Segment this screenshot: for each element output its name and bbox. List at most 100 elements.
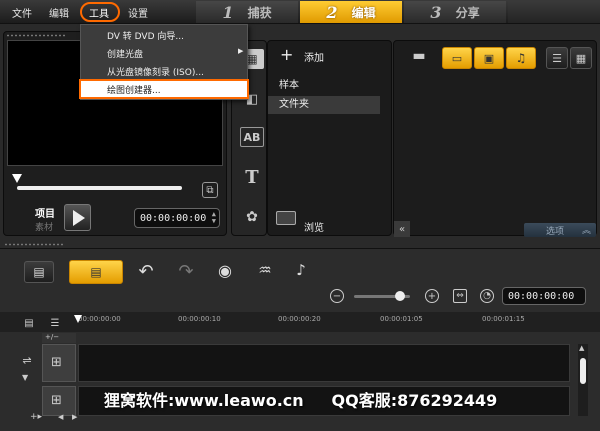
zoom-slider-handle[interactable] (394, 291, 405, 301)
ruler-tick-label: 00:00:00:20 (278, 315, 321, 323)
library-content-panel: ▬ ▭ ▣ ♫ ☰ ▦ « 选项 ︽ (393, 40, 597, 237)
menu-item-painting-creator[interactable]: 绘图创建器... (107, 83, 161, 96)
play-icon (73, 209, 85, 226)
redo-icon[interactable]: ↷ (176, 261, 196, 282)
record-capture-icon[interactable]: ◉ (214, 261, 236, 280)
step-label: 编辑 (351, 5, 376, 20)
track-manager-icon[interactable]: ▤ (20, 317, 38, 329)
video-filter-icon: ▭ (451, 51, 463, 65)
video-track-icon: ⊞ (51, 355, 62, 370)
enlarge-preview-icon[interactable]: ⧉ (202, 182, 218, 198)
scrub-bar[interactable] (17, 186, 182, 190)
fit-project-icon[interactable]: ⇔ (453, 289, 467, 303)
step-label: 分享 (455, 5, 480, 20)
track-toggle-icon[interactable]: +/− (42, 333, 76, 343)
library-folder-panel: + 添加 浏览 (267, 40, 392, 236)
list-view-icon: ☰ (552, 51, 562, 65)
menu-item-create-disc[interactable]: 创建光盘 (107, 47, 143, 60)
chapter-marker-icon[interactable]: ☰ (46, 317, 64, 329)
timecode-value: 00:00:00:00 (140, 212, 207, 224)
step-number: 2 (326, 2, 338, 22)
menu-item-burn-iso[interactable]: 从光盘镜像刻录 (ISO)... (107, 65, 204, 78)
options-chevron-icon: ︽ (581, 226, 591, 236)
add-track-icon[interactable]: +▸ (30, 412, 42, 422)
options-label: 选项 (546, 227, 565, 237)
options-button[interactable]: 选项 ︽ (524, 223, 596, 237)
add-folder-label[interactable]: 添加 (304, 49, 324, 64)
overlay-track-header[interactable]: ⊞ (42, 386, 76, 416)
thumbnail-view-button[interactable]: ▦ (570, 47, 592, 69)
folder-item-folder[interactable]: 文件夹 (268, 96, 380, 114)
show-audio-button[interactable]: ♫ (506, 47, 536, 69)
open-folder-icon[interactable]: ▬ (408, 47, 430, 65)
add-icon[interactable]: + (280, 45, 293, 64)
overlay-track-icon: ⊞ (51, 393, 62, 408)
scroll-right-icon[interactable]: ▶ (72, 413, 77, 421)
title-category-icon[interactable]: T (240, 167, 264, 188)
ripple-edit-icon[interactable]: ⇌ (16, 353, 38, 367)
menu-edit[interactable]: 编辑 (49, 5, 69, 20)
submenu-arrow-icon: ▶ (238, 47, 244, 55)
scrub-handle-icon[interactable] (12, 174, 22, 183)
step-number: 1 (222, 2, 234, 22)
video-track-header[interactable]: ⊞ (42, 344, 76, 382)
folder-item-samples[interactable]: 样本 (268, 77, 380, 95)
duration-clock-icon[interactable]: ◔ (480, 289, 494, 303)
filter-category-icon[interactable]: ✿ (240, 207, 264, 227)
photo-filter-icon: ▣ (483, 51, 495, 65)
player-timecode[interactable]: 00:00:00:00 ▲ ▼ (134, 208, 220, 228)
mode-clip-label[interactable]: 素材 (35, 220, 53, 233)
mode-project-label[interactable]: 项目 (35, 205, 55, 220)
undo-icon[interactable]: ↶ (136, 261, 156, 282)
step-tab-filler (508, 1, 600, 23)
scroll-left-icon[interactable]: ◀ (58, 413, 63, 421)
browse-icon[interactable] (276, 211, 296, 225)
vertical-scrollbar[interactable]: ▲ (578, 344, 588, 416)
timecode-value: 00:00:00:00 (508, 290, 575, 302)
browse-label[interactable]: 浏览 (304, 219, 324, 234)
panel-grip (6, 34, 66, 37)
zoom-in-icon[interactable]: + (425, 289, 439, 303)
scroll-up-icon[interactable]: ▲ (579, 344, 584, 352)
auto-music-icon[interactable]: ♪ (290, 261, 312, 279)
menu-settings[interactable]: 设置 (128, 5, 148, 20)
ruler-tick-label: 00:00:01:15 (482, 315, 525, 323)
thumbnail-view-icon: ▦ (575, 51, 587, 65)
step-label: 捕获 (247, 5, 272, 20)
step-tabs: 1 捕获 2 编辑 3 分享 (196, 1, 600, 23)
tools-dropdown-menu: DV 转 DVD 向导... 创建光盘 ▶ 从光盘镜像刻录 (ISO)... 绘… (79, 24, 249, 100)
ripple-dropdown-icon[interactable]: ▼ (22, 373, 28, 382)
step-number: 3 (430, 2, 442, 22)
timecode-stepper-icon[interactable]: ▲ ▼ (212, 211, 216, 225)
show-video-button[interactable]: ▭ (442, 47, 472, 69)
timeline-timecode[interactable]: 00:00:00:00 (502, 287, 586, 305)
step-capture-tab[interactable]: 1 捕获 (196, 1, 298, 23)
playhead-icon[interactable] (74, 315, 82, 323)
list-view-button[interactable]: ☰ (546, 47, 568, 69)
show-photo-button[interactable]: ▣ (474, 47, 504, 69)
video-track-lane[interactable] (78, 344, 570, 382)
menu-file[interactable]: 文件 (12, 5, 32, 20)
timeline-view-icon: ▤ (90, 265, 102, 279)
step-share-tab[interactable]: 3 分享 (404, 1, 506, 23)
scrollbar-thumb[interactable] (580, 358, 586, 384)
storyboard-view-button[interactable]: ▤ (24, 261, 54, 283)
menu-item-dv-to-dvd[interactable]: DV 转 DVD 向导... (107, 29, 184, 42)
storyboard-icon: ▤ (33, 265, 45, 279)
painting-creator-highlight[interactable] (79, 79, 249, 99)
play-button[interactable] (64, 204, 91, 231)
graphics-category-icon[interactable]: AB (240, 127, 264, 147)
ruler-tick-label: 00:00:01:05 (380, 315, 423, 323)
watermark-text: 狸窝软件:www.leawo.cn QQ客服:876292449 (104, 391, 498, 410)
ruler-tick-label: 00:00:00:00 (78, 315, 121, 323)
timeline-view-button[interactable]: ▤ (69, 260, 123, 284)
collapse-left-icon[interactable]: « (394, 221, 410, 237)
music-filter-icon: ♫ (515, 51, 527, 65)
timeline-panel: ▤ ▤ ↶ ↷ ◉ ♒ ♪ − + ⇔ ◔ 00:00:00:00 ▤ ☰ 00… (0, 248, 600, 431)
splitter-grip[interactable] (4, 243, 64, 246)
step-edit-tab[interactable]: 2 编辑 (300, 1, 402, 23)
ruler-tick-label: 00:00:00:10 (178, 315, 221, 323)
zoom-out-icon[interactable]: − (330, 289, 344, 303)
audio-mixer-icon[interactable]: ♒ (254, 261, 276, 279)
tools-highlight-ring (80, 2, 120, 22)
